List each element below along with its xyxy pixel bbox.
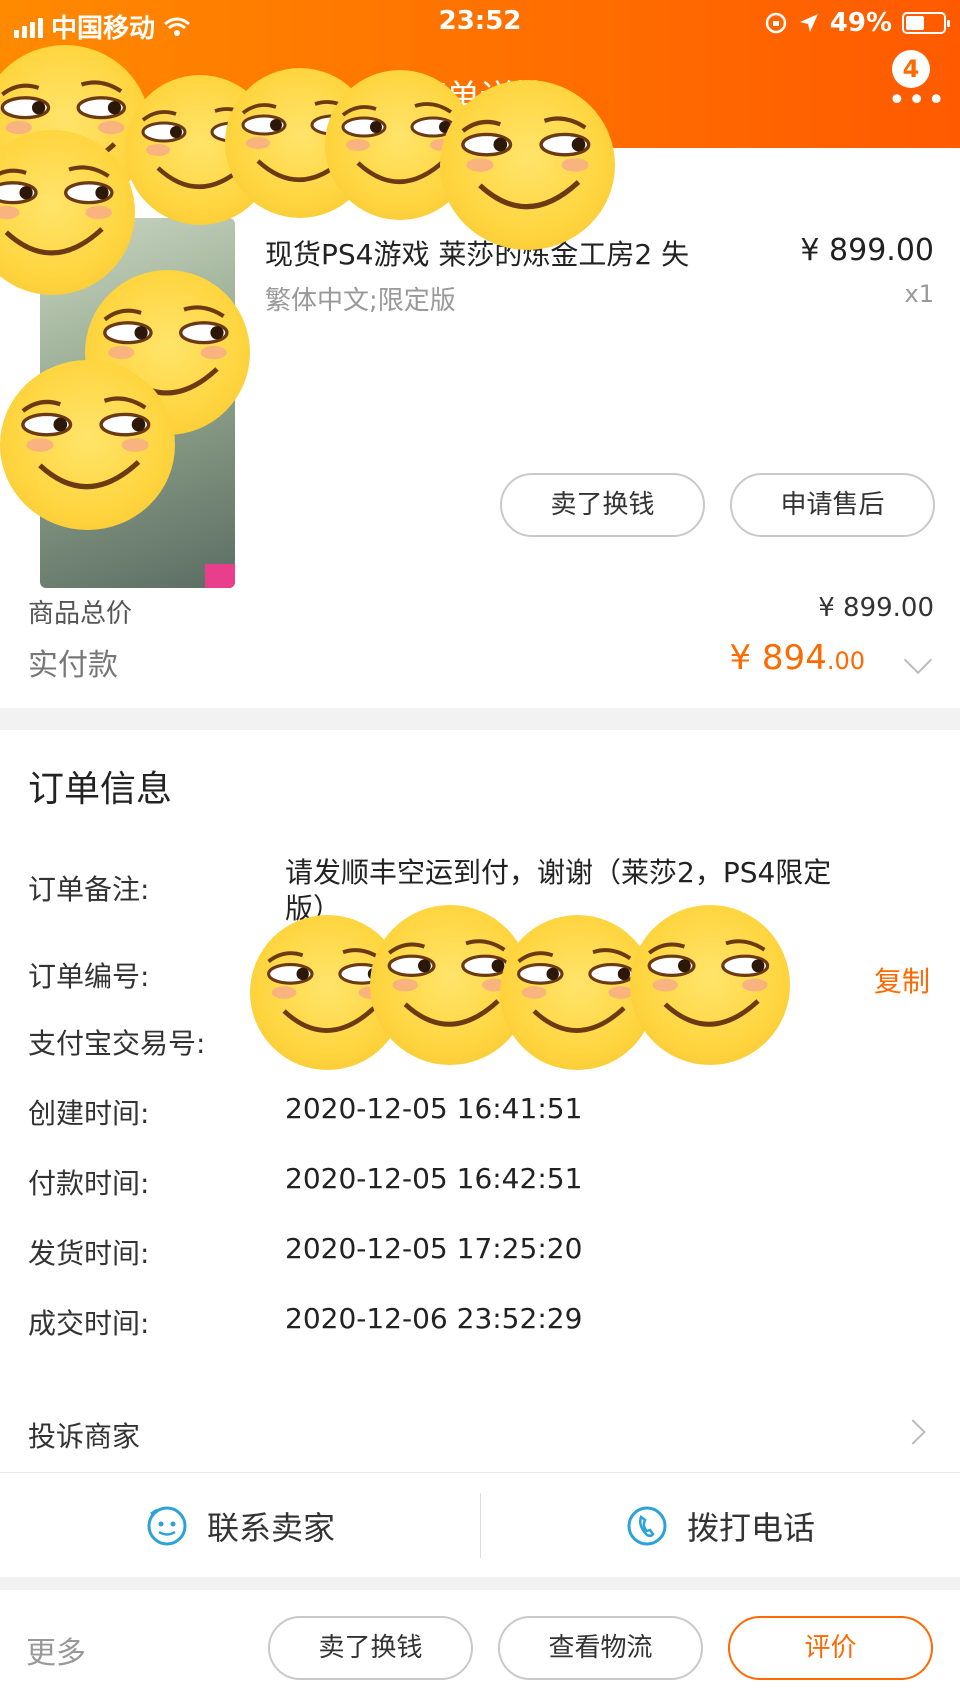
rotation-lock-icon [765, 12, 787, 34]
alipay-trade-label: 支付宝交易号: [28, 1027, 206, 1060]
more-button[interactable]: 更多 [26, 1628, 86, 1672]
battery-percent: 49% [829, 8, 892, 38]
product-price: ¥ 899.00 [800, 233, 934, 268]
paid-amount-label: 实付款 [28, 648, 118, 683]
smirk-emoji-icon [0, 360, 175, 530]
completed-time-label: 成交时间: [28, 1307, 150, 1340]
battery-icon [902, 12, 950, 34]
phone-icon [627, 1506, 667, 1545]
smirk-emoji-icon [630, 905, 790, 1065]
paid-amount-value: ¥ 894.00 [729, 638, 865, 678]
contact-bar: 联系卖家 拨打电话 [0, 1472, 960, 1577]
bottom-action-bar: 更多 卖了换钱 查看物流 评价 [0, 1590, 960, 1707]
shipped-time-value: 2020-12-05 17:25:20 [285, 1232, 583, 1265]
sell-button[interactable]: 卖了换钱 [500, 473, 705, 537]
created-time-value: 2020-12-05 16:41:51 [285, 1092, 583, 1125]
product-sku: 繁体中文;限定版 [265, 286, 456, 316]
contact-seller-button[interactable]: 联系卖家 [0, 1473, 480, 1578]
after-sale-button[interactable]: 申请售后 [730, 473, 935, 537]
order-info-title: 订单信息 [28, 769, 173, 810]
chat-face-icon [147, 1506, 187, 1545]
call-phone-button[interactable]: 拨打电话 [480, 1473, 960, 1578]
paid-time-value: 2020-12-05 16:42:51 [285, 1162, 583, 1195]
order-info-section: 订单信息 订单备注: 请发顺丰空运到付，谢谢（莱莎2，PS4限定版） 订单编号:… [0, 730, 960, 1472]
shipped-time-label: 发货时间: [28, 1237, 150, 1270]
order-note-label: 订单备注: [28, 873, 150, 906]
copy-button[interactable]: 复制 [874, 960, 930, 1000]
complaint-row[interactable]: 投诉商家 [0, 1395, 960, 1465]
total-price-value: ¥ 899.00 [818, 593, 934, 623]
call-phone-label: 拨打电话 [686, 1508, 815, 1547]
smirk-emoji-icon [440, 80, 615, 250]
total-price-label: 商品总价 [28, 599, 133, 629]
chevron-down-icon[interactable] [903, 645, 933, 675]
review-button[interactable]: 评价 [728, 1616, 933, 1680]
completed-time-value: 2020-12-06 23:52:29 [285, 1302, 583, 1335]
paid-time-label: 付款时间: [28, 1167, 150, 1200]
created-time-label: 创建时间: [28, 1097, 150, 1130]
complaint-label: 投诉商家 [28, 1420, 141, 1453]
location-icon [799, 14, 818, 32]
chevron-right-icon [900, 1419, 926, 1445]
order-number-label: 订单编号: [28, 960, 150, 993]
view-logistics-button[interactable]: 查看物流 [498, 1616, 703, 1680]
more-menu-button[interactable]: 4 ••• [888, 50, 948, 118]
more-dots-icon: ••• [888, 83, 948, 118]
status-bar: 中国移动 23:52 49% [0, 0, 960, 46]
contact-seller-label: 联系卖家 [206, 1508, 335, 1547]
sell-button-bottom[interactable]: 卖了换钱 [268, 1616, 473, 1680]
product-quantity: x1 [904, 280, 934, 308]
